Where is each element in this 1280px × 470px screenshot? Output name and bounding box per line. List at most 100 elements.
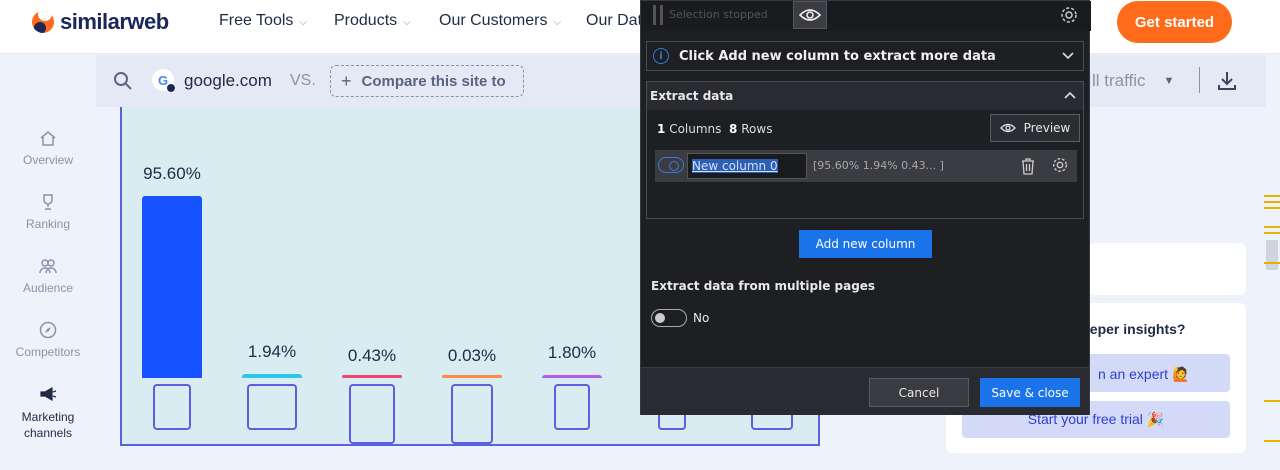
sidebar-item-ranking[interactable]: Ranking [0, 193, 96, 231]
multiple-pages-label: Extract data from multiple pages [651, 279, 876, 293]
get-started-button[interactable]: Get started [1117, 1, 1232, 43]
hint-text: Click Add new column to extract more dat… [679, 48, 996, 64]
cancel-button[interactable]: Cancel [869, 378, 969, 407]
nav-label: Free Tools [219, 12, 294, 29]
selection-status: Selection stopped [669, 8, 768, 21]
scroll-marker [1264, 226, 1280, 228]
columns-word: Columns [669, 122, 722, 136]
save-close-button[interactable]: Save & close [980, 378, 1080, 407]
sidebar-item-label: Marketing channels [21, 410, 75, 440]
column-preview-values: [95.60% 1.94% 0.43... ] [813, 159, 944, 172]
eye-icon [999, 123, 1016, 133]
columns-count: 1 [657, 122, 666, 136]
extract-data-section: Extract data 1 Columns 8 Rows Preview Ne… [646, 81, 1084, 219]
sidebar-item-label: Ranking [25, 217, 71, 231]
scroll-marker [1264, 400, 1280, 402]
scroll-marker [1264, 232, 1280, 234]
scrollbar-thumb[interactable] [1266, 240, 1278, 270]
bar-value-label: 1.94% [247, 342, 297, 362]
chevron-down-icon [1062, 52, 1074, 60]
toggle-view-button[interactable] [793, 1, 827, 29]
selection-outline [247, 384, 297, 430]
multiple-pages-value: No [693, 311, 710, 325]
sidebar-item-audience[interactable]: Audience [0, 257, 96, 295]
people-icon [39, 259, 57, 274]
column-row: New column 0 [95.60% 1.94% 0.43... ] [655, 150, 1077, 182]
sidebar-item-marketing-channels[interactable]: Marketing channels [0, 385, 96, 441]
selection-outline [554, 384, 590, 430]
extract-data-dialog: Selection stopped i Click Add new column… [640, 0, 1091, 415]
scroll-marker [1264, 262, 1280, 264]
gear-icon[interactable] [1051, 156, 1069, 174]
compass-icon [39, 321, 57, 339]
compare-site-button[interactable]: + Compare this site to [330, 65, 524, 97]
home-icon [40, 131, 56, 146]
rows-word: Rows [741, 122, 773, 136]
traffic-label: ll traffic [1092, 71, 1146, 90]
left-sidebar: Overview Ranking Audience Competitors Ma… [0, 107, 96, 470]
divider [1199, 67, 1200, 93]
download-icon[interactable] [1216, 70, 1238, 92]
scroll-marker [1264, 440, 1280, 442]
sidebar-item-label: Overview [22, 153, 73, 167]
caret-down-icon: ▼ [1163, 75, 1175, 87]
search-icon[interactable] [113, 71, 133, 91]
similarweb-logo[interactable]: similarweb [32, 9, 169, 34]
chevron-down-icon: ⌵ [403, 16, 411, 28]
compare-label: Compare this site to [361, 72, 506, 90]
column-toggle[interactable] [658, 157, 684, 173]
talk-to-expert-label: n an expert 🙋 [1098, 366, 1190, 382]
insights-heading: eeper insights? [1082, 321, 1186, 337]
traffic-dropdown[interactable]: ll traffic ▼ [1092, 71, 1174, 91]
nav-free-tools[interactable]: Free Tools ⌵ [219, 12, 307, 30]
rows-count: 8 [729, 122, 738, 136]
chevron-down-icon: ⌵ [553, 16, 562, 28]
preview-label: Preview [1023, 121, 1071, 135]
vs-label: VS. [290, 72, 316, 89]
selection-outline [349, 384, 395, 444]
bar-value-label: 1.80% [547, 342, 597, 362]
selection-outline [153, 384, 191, 430]
chart-bar[interactable] [542, 374, 602, 378]
nav-our-customers[interactable]: Our Customers ⌵ [439, 12, 561, 30]
nav-products[interactable]: Products ⌵ [334, 12, 411, 30]
chart-bar[interactable] [242, 374, 302, 378]
chart-bar[interactable] [442, 375, 502, 378]
trophy-icon [43, 194, 53, 210]
chevron-up-icon [1064, 91, 1076, 99]
sidebar-item-competitors[interactable]: Competitors [0, 321, 96, 359]
hint-banner[interactable]: i Click Add new column to extract more d… [646, 41, 1084, 71]
column-name-text: New column 0 [692, 159, 778, 173]
logo-text: similarweb [60, 9, 169, 34]
bar-value-label: 95.60% [143, 164, 201, 183]
plus-icon: + [341, 70, 352, 91]
multiple-pages-toggle[interactable] [651, 309, 687, 327]
site-domain[interactable]: google.com [184, 71, 272, 91]
sidebar-item-label: Competitors [15, 345, 81, 359]
trash-icon[interactable] [1020, 157, 1036, 175]
section-title: Extract data [650, 89, 734, 103]
scroll-marker [1264, 201, 1280, 203]
drag-handle-icon[interactable] [653, 5, 663, 25]
bar-value-label: 0.03% [447, 346, 497, 365]
scroll-marker [1264, 195, 1280, 197]
selection-outline [451, 384, 493, 444]
google-favicon-icon: G [152, 69, 176, 93]
scroll-marker [1264, 207, 1280, 209]
extract-data-header[interactable]: Extract data [647, 82, 1083, 110]
nav-label: Products [334, 12, 398, 29]
nav-label: Our Customers [439, 12, 548, 29]
gear-icon[interactable] [1059, 5, 1079, 25]
column-name-input[interactable]: New column 0 [687, 153, 807, 179]
add-new-column-button[interactable]: Add new column [799, 230, 932, 258]
columns-rows-count: 1 Columns 8 Rows [657, 122, 772, 136]
sidebar-item-overview[interactable]: Overview [0, 129, 96, 167]
eye-icon [799, 9, 821, 21]
chart-bar[interactable] [142, 196, 202, 378]
chart-bar[interactable] [342, 375, 402, 378]
megaphone-icon [40, 386, 57, 402]
preview-button[interactable]: Preview [990, 114, 1080, 142]
chevron-down-icon: ⌵ [299, 16, 307, 28]
bar-value-label: 0.43% [347, 346, 397, 365]
dialog-footer: Cancel Save & close [641, 367, 1089, 415]
